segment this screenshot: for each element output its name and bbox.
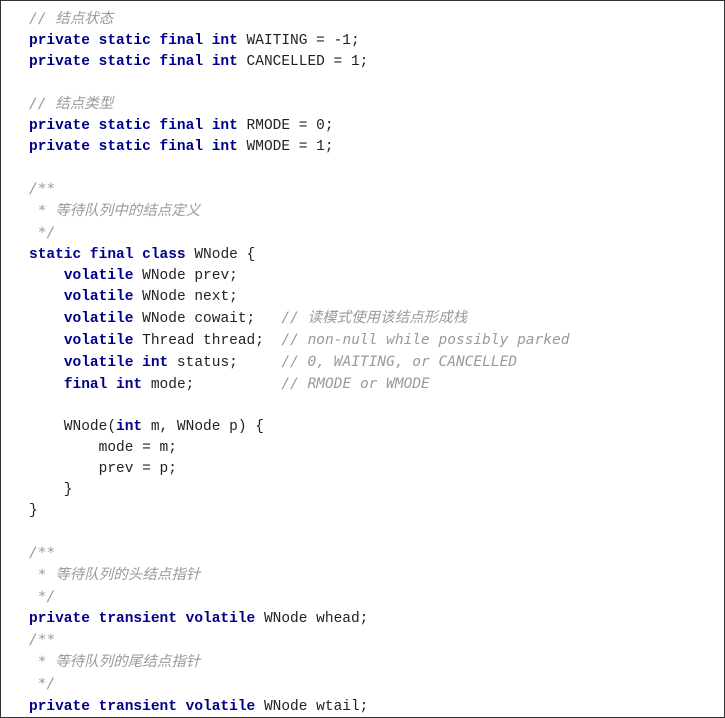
number: -1	[334, 33, 351, 49]
keyword: volatile	[64, 311, 134, 327]
identifier: WAITING =	[238, 33, 334, 49]
punct: ;	[325, 118, 334, 134]
code-line: }	[1, 480, 724, 501]
comment: // 0, WAITING, or CANCELLED	[281, 354, 517, 370]
identifier: WNode whead;	[255, 611, 368, 627]
identifier: WNode next;	[133, 289, 237, 305]
comment: /**	[29, 181, 55, 197]
blank-line	[1, 522, 724, 543]
code-line: private static final int WMODE = 1;	[1, 137, 724, 158]
number: 0	[316, 118, 325, 134]
doc-comment: */	[1, 674, 724, 696]
code-line: volatile int status; // 0, WAITING, or C…	[1, 352, 724, 374]
number: 1	[351, 54, 360, 70]
keyword: private static final int	[29, 54, 238, 70]
identifier: m, WNode p) {	[142, 419, 264, 435]
blank-line	[1, 396, 724, 417]
identifier: status;	[168, 355, 281, 371]
keyword: volatile int	[64, 355, 168, 371]
identifier: prev = p;	[29, 461, 177, 477]
keyword: volatile	[64, 268, 134, 284]
doc-comment: * 等待队列的头结点指针	[1, 565, 724, 587]
doc-comment: */	[1, 223, 724, 245]
code-line: volatile WNode cowait; // 读模式使用该结点形成栈	[1, 308, 724, 330]
keyword: static final class	[29, 247, 186, 263]
comment: // 结点类型	[29, 96, 113, 112]
doc-comment: /**	[1, 543, 724, 565]
comment-line: // 结点状态	[1, 9, 724, 31]
identifier: mode = m;	[29, 440, 177, 456]
code-line: final int mode; // RMODE or WMODE	[1, 374, 724, 396]
comment: */	[29, 676, 55, 692]
doc-comment: * 等待队列的尾结点指针	[1, 652, 724, 674]
identifier: RMODE =	[238, 118, 316, 134]
keyword: int	[116, 419, 142, 435]
identifier: mode;	[142, 377, 281, 393]
code-line: private transient volatile WNode whead;	[1, 609, 724, 630]
keyword: private static final int	[29, 118, 238, 134]
comment-line: // 结点类型	[1, 94, 724, 116]
identifier: WNode {	[186, 247, 256, 263]
number: 1	[316, 139, 325, 155]
comment: */	[29, 589, 55, 605]
keyword: private transient volatile	[29, 699, 255, 715]
comment: * 等待队列的头结点指针	[29, 567, 200, 583]
comment: // non-null while possibly parked	[281, 332, 569, 348]
identifier: CANCELLED =	[238, 54, 351, 70]
doc-comment: /**	[1, 630, 724, 652]
comment: /**	[29, 545, 55, 561]
identifier: Thread thread;	[133, 333, 281, 349]
keyword: private static final int	[29, 139, 238, 155]
punct: ;	[325, 139, 334, 155]
keyword: private transient volatile	[29, 611, 255, 627]
code-line: private transient volatile WNode wtail;	[1, 697, 724, 718]
punct: ;	[360, 54, 369, 70]
comment: /**	[29, 632, 55, 648]
comment: // 结点状态	[29, 11, 113, 27]
code-block: // 结点状态 private static final int WAITING…	[0, 0, 725, 718]
blank-line	[1, 73, 724, 94]
comment: * 等待队列中的结点定义	[29, 203, 200, 219]
code-line: prev = p;	[1, 459, 724, 480]
blank-line	[1, 158, 724, 179]
comment: */	[29, 225, 55, 241]
keyword: final int	[64, 377, 142, 393]
identifier: }	[29, 482, 73, 498]
keyword: volatile	[64, 289, 134, 305]
keyword: private static final int	[29, 33, 238, 49]
code-line: private static final int WAITING = -1;	[1, 31, 724, 52]
code-line: private static final int CANCELLED = 1;	[1, 52, 724, 73]
code-line: private static final int RMODE = 0;	[1, 116, 724, 137]
doc-comment: * 等待队列中的结点定义	[1, 201, 724, 223]
comment: // RMODE or WMODE	[281, 376, 429, 392]
keyword: volatile	[64, 333, 134, 349]
identifier: WNode cowait;	[133, 311, 281, 327]
code-line: volatile WNode next;	[1, 287, 724, 308]
comment: // 读模式使用该结点形成栈	[281, 310, 467, 326]
code-line: WNode(int m, WNode p) {	[1, 417, 724, 438]
identifier: WMODE =	[238, 139, 316, 155]
doc-comment: */	[1, 587, 724, 609]
code-line: mode = m;	[1, 438, 724, 459]
code-line: volatile WNode prev;	[1, 266, 724, 287]
identifier: WNode(	[29, 419, 116, 435]
identifier: WNode wtail;	[255, 699, 368, 715]
doc-comment: /**	[1, 179, 724, 201]
punct: ;	[351, 33, 360, 49]
comment: * 等待队列的尾结点指针	[29, 654, 200, 670]
code-line: volatile Thread thread; // non-null whil…	[1, 330, 724, 352]
code-line: }	[1, 501, 724, 522]
code-line: static final class WNode {	[1, 245, 724, 266]
identifier: }	[29, 503, 38, 519]
identifier: WNode prev;	[133, 268, 237, 284]
